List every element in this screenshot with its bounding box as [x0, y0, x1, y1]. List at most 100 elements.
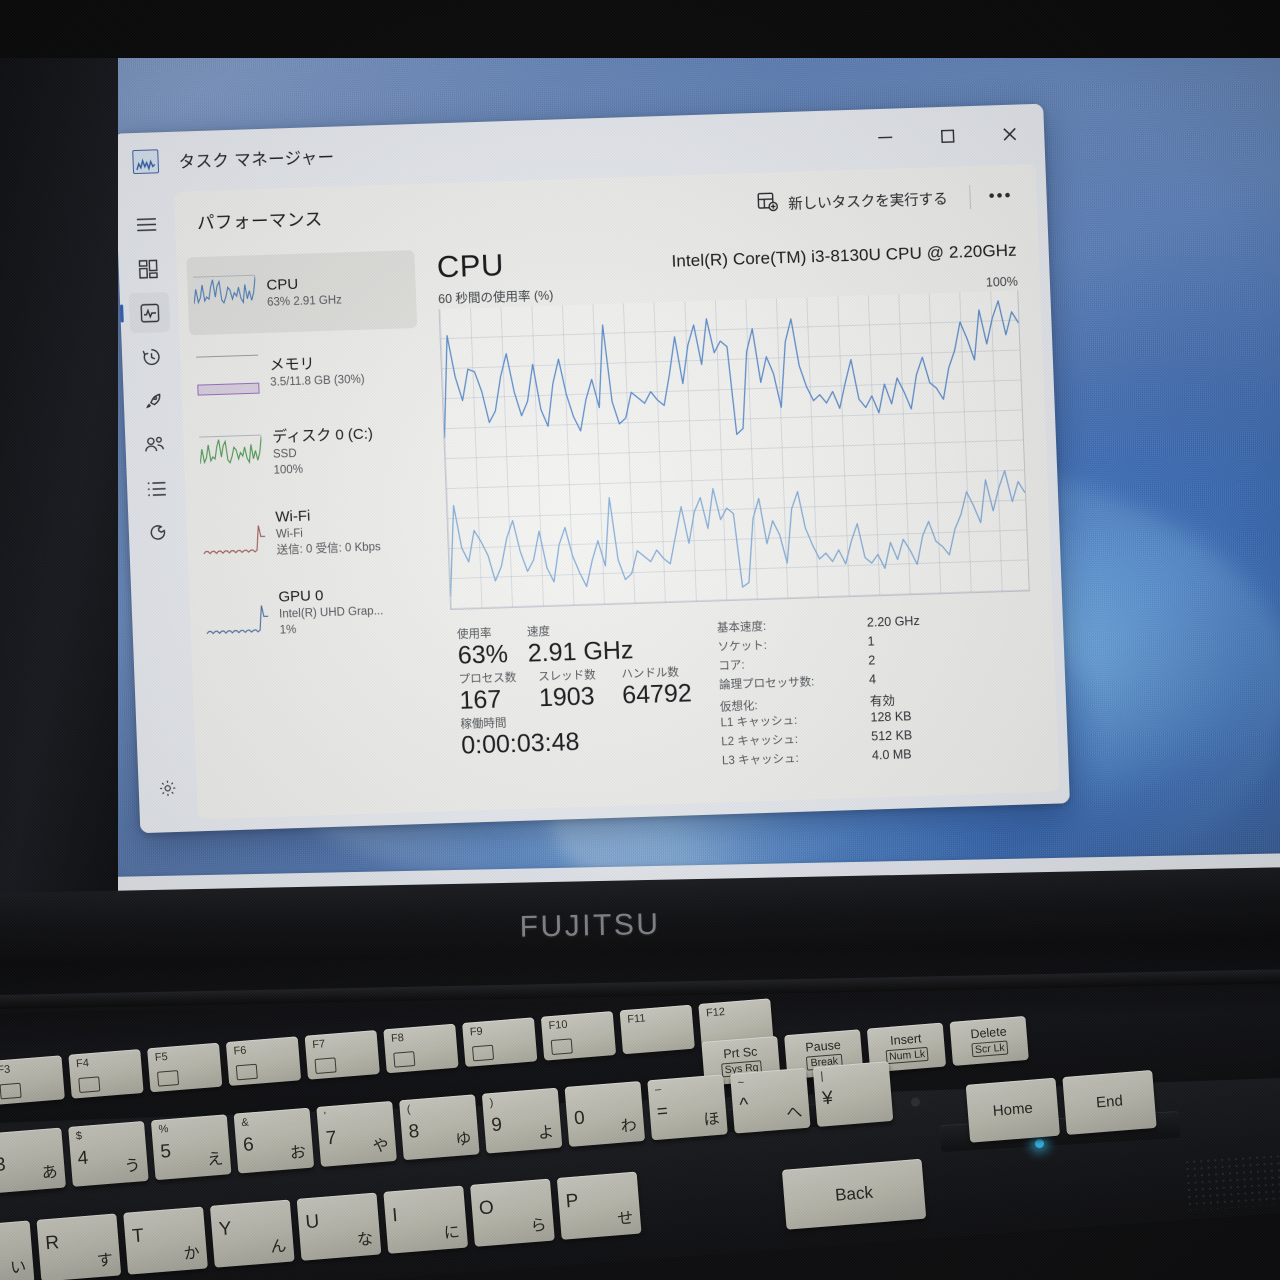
key-f4[interactable]: F4 [68, 1049, 144, 1099]
key-label: O [478, 1197, 495, 1220]
key-f5[interactable]: F5 [147, 1042, 223, 1093]
key-3[interactable]: #3あ [0, 1127, 66, 1194]
key-kana-label: い [9, 1258, 27, 1278]
run-new-task-label: 新しいタスクを実行する [787, 191, 948, 213]
screen-top-frame [0, 0, 1280, 58]
key-p[interactable]: Pせ [556, 1171, 642, 1240]
key-5[interactable]: % 5 え [150, 1114, 232, 1181]
stat-value: 4.0 MB [871, 747, 912, 763]
laptop-screen: タスク マネージャー パフォーマンス 新しいタスクを実行する ••• CPU 6… [0, 0, 1280, 934]
key-7[interactable]: ' 7 や [316, 1100, 397, 1167]
settings-gear-icon[interactable] [147, 768, 189, 809]
key-0[interactable]: 0わ [564, 1081, 646, 1147]
key-f6[interactable]: F6 [225, 1036, 302, 1086]
resource-subtitle-2: 送信: 0 受信: 0 Kbps [276, 541, 382, 558]
stat-value: 1 [867, 634, 875, 649]
key-o[interactable]: Oら [470, 1178, 555, 1247]
key-9[interactable]: ) 9 よ [481, 1087, 563, 1154]
key-label: F10 [548, 1018, 568, 1033]
graph-max-label: 100% [985, 274, 1019, 290]
sidebar-item-services[interactable] [137, 512, 179, 553]
key-label: F6 [233, 1044, 247, 1058]
key-f3[interactable]: F3 [0, 1055, 65, 1105]
page-title: パフォーマンス [196, 208, 323, 233]
resource-item-item1[interactable]: メモリ 3.5/11.8 GB (30%) [189, 330, 420, 415]
sidebar-item-app-history[interactable] [130, 336, 172, 377]
key-f11[interactable]: F11 [619, 1004, 695, 1055]
key-label: F5 [154, 1050, 169, 1064]
key-t[interactable]: Tか [123, 1206, 208, 1275]
key-kana-label: ほ [702, 1110, 721, 1130]
key-shift-label: ) [489, 1096, 494, 1110]
stat-value: 4 [868, 672, 877, 687]
key-label: 0 [573, 1107, 586, 1130]
key-f7[interactable]: F7 [304, 1030, 380, 1080]
key-end[interactable]: End [1062, 1069, 1157, 1135]
resource-item-0c[interactable]: ディスク 0 (C:) SSD 100% [192, 410, 423, 495]
key-=[interactable]: – = ほ [647, 1074, 728, 1141]
key-e[interactable]: Eい [0, 1220, 35, 1280]
run-new-task-button[interactable]: 新しいタスクを実行する [745, 179, 961, 223]
header-divider [969, 185, 972, 210]
stat-label: 論理プロセッサ数: [718, 676, 815, 692]
window-controls [853, 104, 1041, 168]
sidebar-item-processes[interactable] [127, 248, 169, 289]
resource-name: CPU [266, 275, 299, 294]
sidebar-item-users[interactable] [134, 424, 176, 465]
key-label: Home [992, 1099, 1034, 1120]
key-f10[interactable]: F10 [540, 1011, 617, 1061]
resource-item-gpu0[interactable]: GPU 0 Intel(R) UHD Grap... 1% [199, 570, 430, 655]
graph-subtitle: 60 秒間の使用率 (%) [437, 288, 554, 307]
stat-value: 2.20 GHz [866, 613, 920, 630]
sidebar-item-startup-apps[interactable] [132, 380, 174, 421]
key-r[interactable]: Rす [36, 1213, 122, 1280]
key-shift-label: ( [406, 1103, 411, 1116]
window-title: タスク マネージャー [178, 148, 335, 172]
key-label: F7 [311, 1038, 326, 1052]
stat-label: L3 キャッシュ: [721, 752, 799, 768]
key-shift-label: & [240, 1116, 250, 1130]
sidebar-item-details[interactable] [135, 468, 177, 509]
stat-row: プロセス数 167 スレッド数 1903 ハンドル数 64792 [458, 663, 710, 716]
resource-subtitle-2: 100% [273, 464, 304, 478]
key-¥[interactable]: | ¥ [812, 1061, 894, 1127]
key-^[interactable]: ~ ^ へ [730, 1067, 811, 1134]
key-label: F11 [626, 1012, 646, 1026]
key-backspace[interactable]: Back [781, 1158, 927, 1230]
stat-label: L2 キャッシュ: [721, 733, 799, 749]
stat-row: 使用率 63% 速度 2.91 GHz [457, 618, 709, 671]
more-options-button[interactable]: ••• [980, 179, 1021, 212]
stat-label: ソケット: [717, 639, 768, 654]
key-6[interactable]: & 6 お [233, 1107, 315, 1174]
key-label: = [656, 1100, 669, 1123]
minimize-button[interactable] [853, 108, 917, 168]
sidebar-item-performance[interactable] [128, 292, 171, 334]
stat-label: L1 キャッシュ: [720, 714, 798, 730]
key-i[interactable]: Iに [383, 1185, 469, 1254]
maximize-button[interactable] [915, 106, 979, 166]
key-shift-label: | [820, 1070, 824, 1083]
key-function-icon [550, 1038, 573, 1056]
key-label: 7 [325, 1127, 338, 1150]
key-delete[interactable]: Delete Scr Lk [949, 1015, 1029, 1066]
key-label: F4 [75, 1057, 90, 1071]
resource-list[interactable]: CPU 63% 2.91 GHz メモリ 3.5/11.8 GB (30%) ディスク … [176, 246, 444, 820]
close-button[interactable] [977, 104, 1041, 164]
key-8[interactable]: (8 ゆ [399, 1094, 480, 1161]
key-f8[interactable]: F8 [383, 1023, 459, 1074]
task-manager-window[interactable]: タスク マネージャー パフォーマンス 新しいタスクを実行する ••• CPU 6… [113, 103, 1070, 834]
resource-item-cpu[interactable]: CPU 63% 2.91 GHz [186, 250, 418, 336]
key-u[interactable]: Uな [296, 1192, 382, 1261]
resource-item-wifi[interactable]: Wi-Fi Wi-Fi 送信: 0 受信: 0 Kbps [196, 490, 427, 575]
key-kana-label: お [289, 1144, 307, 1163]
hamburger-icon[interactable] [125, 204, 167, 245]
resource-thumbnail [205, 594, 269, 636]
key-y[interactable]: Yん [209, 1199, 295, 1268]
key-4[interactable]: $4 う [68, 1120, 149, 1187]
key-f9[interactable]: F9 [462, 1017, 538, 1067]
cpu-utilization-graph[interactable] [438, 290, 1030, 611]
task-manager-icon [132, 149, 160, 175]
key-home[interactable]: Home [965, 1077, 1061, 1143]
key-kana-label: す [96, 1251, 114, 1271]
key-label: Insert Num Lk [884, 1031, 929, 1065]
